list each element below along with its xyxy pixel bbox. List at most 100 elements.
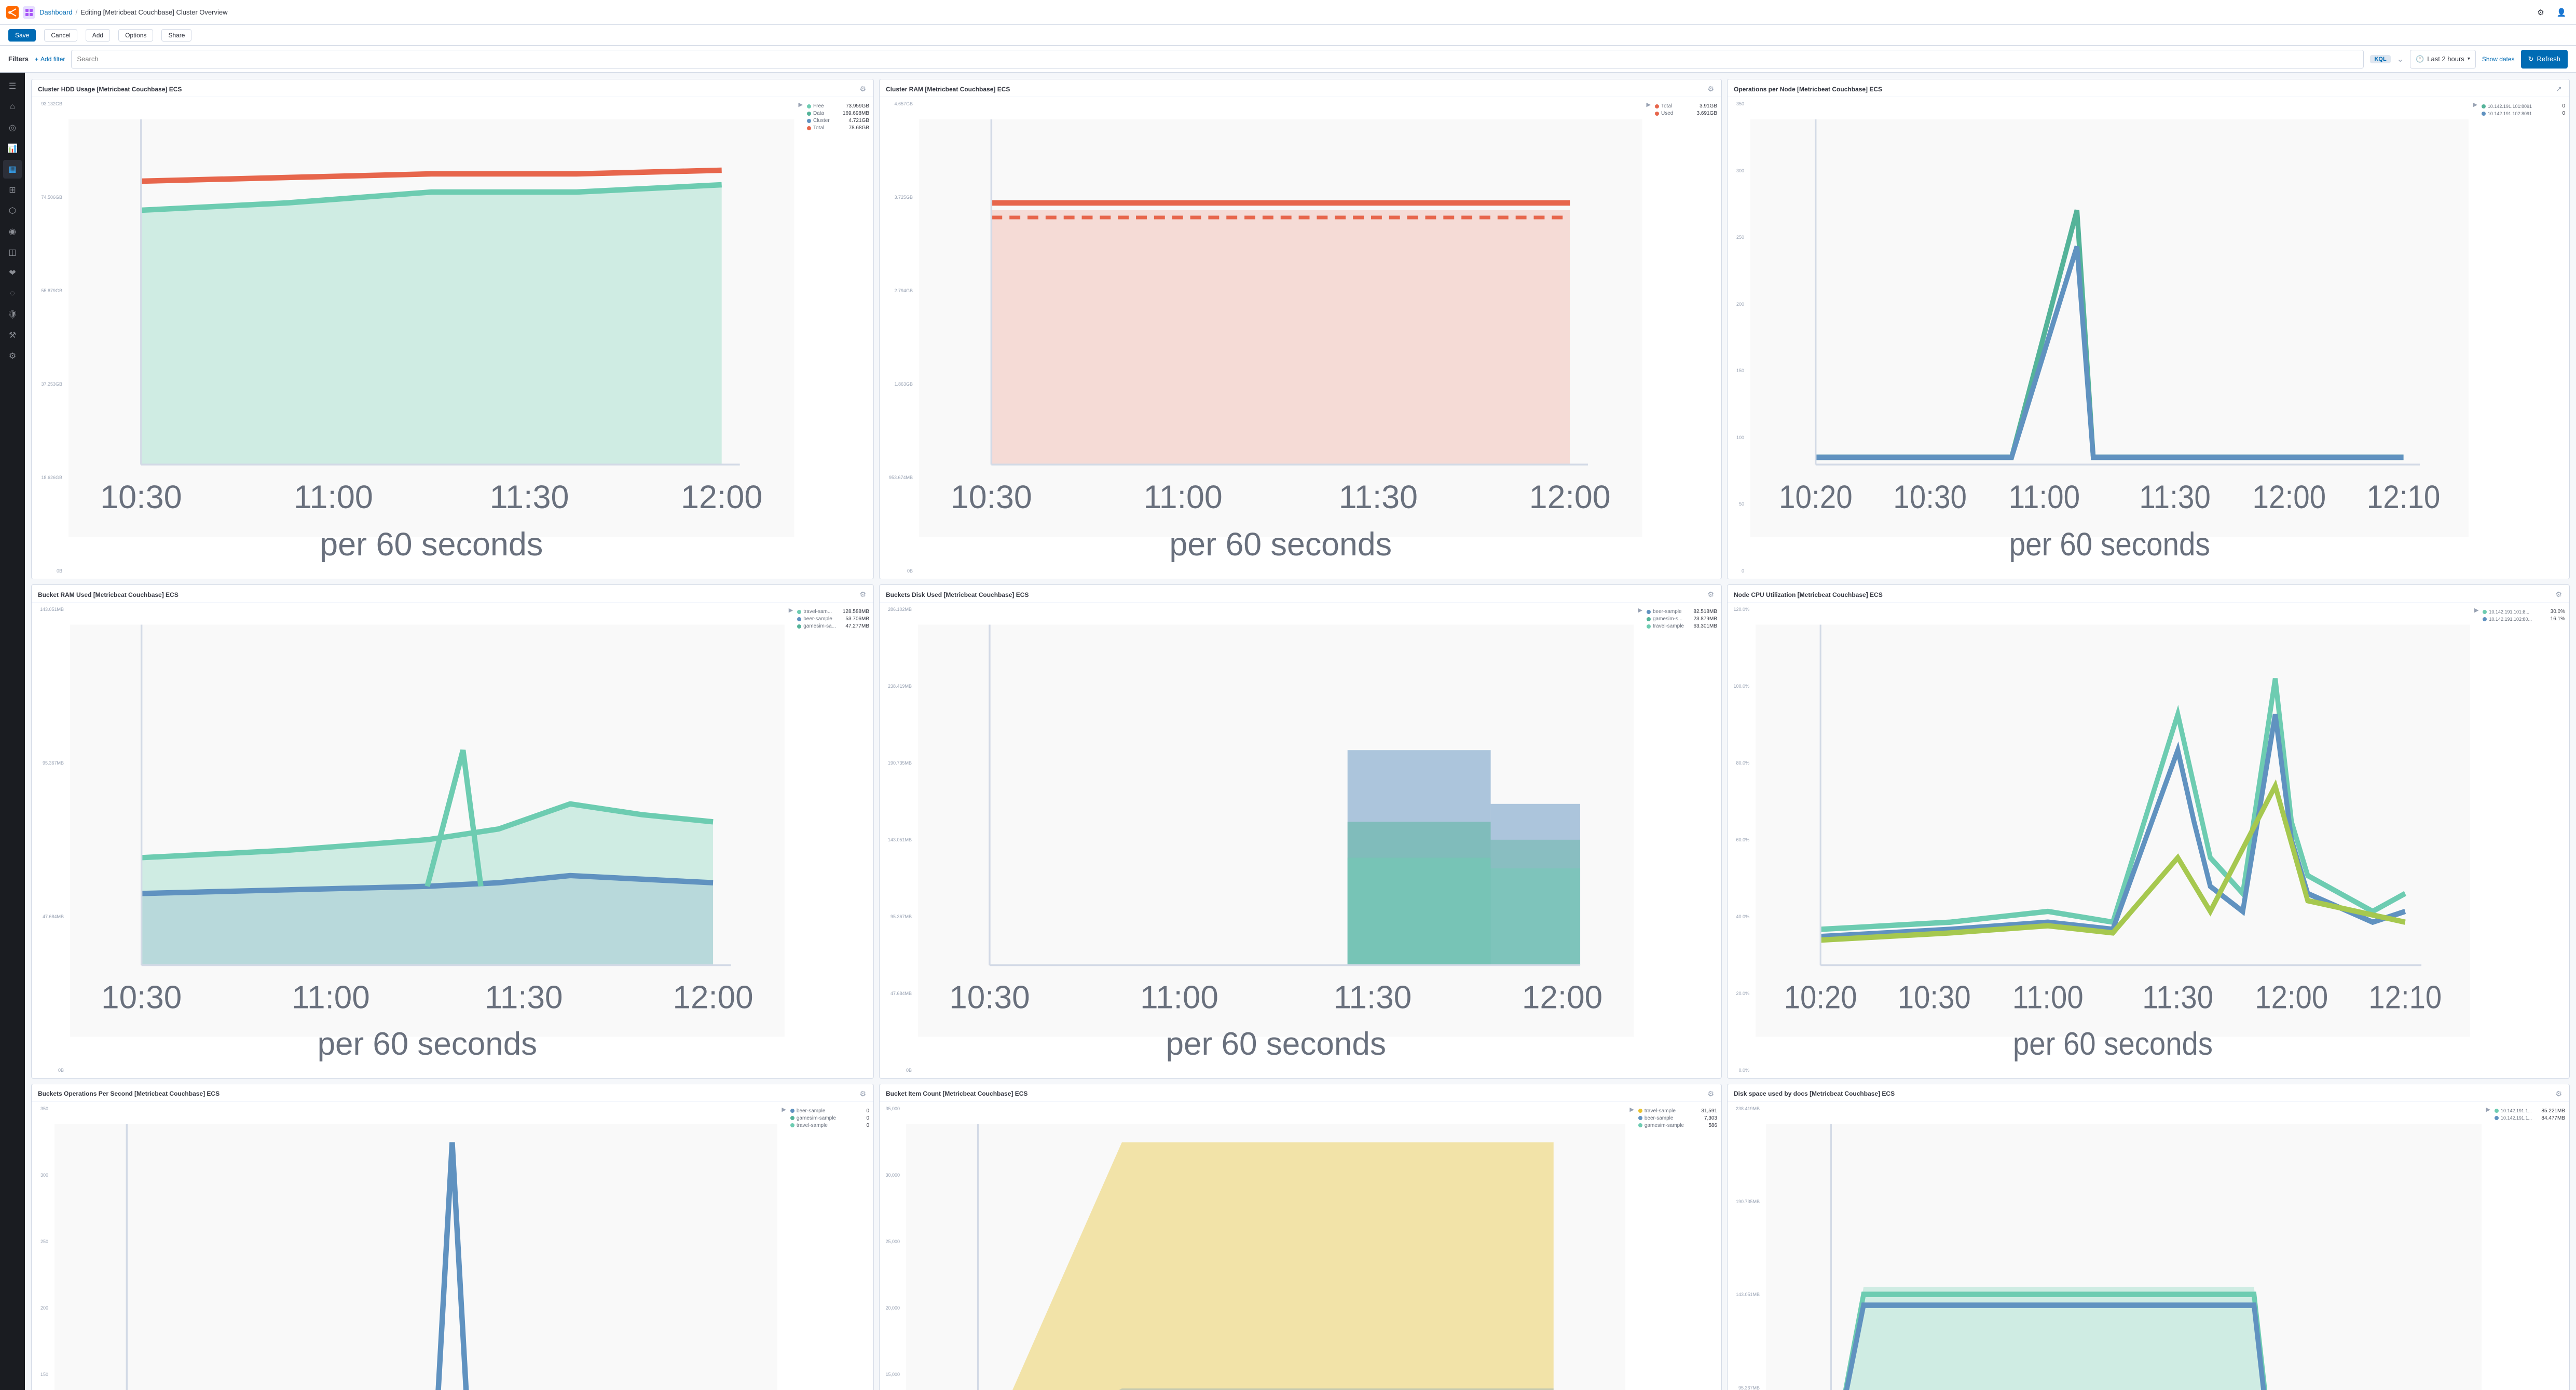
panel-bucket-item-title: Bucket Item Count [Metricbeat Couchbase]… [886, 1090, 1027, 1097]
legend-dot-node1 [2482, 104, 2486, 108]
share-button[interactable]: Share [161, 29, 191, 42]
svg-text:10:30: 10:30 [100, 479, 182, 515]
panel-buckets-disk: Buckets Disk Used [Metricbeat Couchbase]… [879, 584, 1722, 1079]
add-filter-button[interactable]: + Add filter [35, 56, 65, 63]
legend-item-beer-disk: beer-sample 82.518MB [1647, 609, 1717, 615]
user-avatar-button[interactable]: 👤 [2553, 4, 2570, 21]
chart-expand-buckets-disk[interactable]: ▶ [1638, 607, 1642, 1073]
sidebar-item-discover[interactable]: ◎ [3, 118, 22, 137]
add-button[interactable]: Add [86, 29, 110, 42]
legend-label-disk-node2: 10.142.191.1... [2501, 1115, 2532, 1121]
refresh-icon: ↻ [2528, 55, 2534, 63]
save-button[interactable]: Save [8, 29, 36, 42]
chart-expand-cpu[interactable]: ▶ [2474, 607, 2478, 1073]
panel-bucket-ram-gear[interactable]: ⚙ [858, 589, 867, 600]
refresh-button[interactable]: ↻ Refresh [2521, 50, 2568, 69]
kql-badge[interactable]: KQL [2370, 55, 2390, 63]
svg-text:12:00: 12:00 [2252, 479, 2326, 515]
show-dates-button[interactable]: Show dates [2482, 56, 2515, 63]
legend-value-node1: 0 [2534, 103, 2565, 109]
svg-text:12:00: 12:00 [673, 979, 753, 1015]
legend-label-cpu-node2: 10.142.191.102:80... [2489, 617, 2532, 622]
plus-icon: + [35, 56, 38, 63]
breadcrumb-separator: / [76, 8, 78, 16]
panel-buckets-disk-gear[interactable]: ⚙ [1706, 589, 1715, 600]
panel-disk-space-docs-title: Disk space used by docs [Metricbeat Couc… [1734, 1090, 1895, 1097]
sidebar-item-visualize[interactable]: 📊 [3, 139, 22, 158]
chart-disk-space-docs: 10:20 10:30 11:00 11:30 12:00 12:10 per … [1766, 1106, 2482, 1390]
sidebar-item-uptime[interactable]: ◌ [3, 284, 22, 303]
legend-dot-cpu-node2 [2483, 617, 2487, 621]
panel-cluster-ram-gear[interactable]: ⚙ [1706, 84, 1715, 94]
chart-expand-buckets-ops[interactable]: ▶ [782, 1106, 786, 1390]
sidebar-item-home[interactable]: ⌂ [3, 98, 22, 116]
svg-text:11:00: 11:00 [1144, 479, 1223, 515]
svg-text:12:10: 12:10 [2367, 479, 2441, 515]
options-button[interactable]: Options [118, 29, 153, 42]
svg-text:10:30: 10:30 [1893, 479, 1967, 515]
panel-node-cpu-body: 120.0%100.0%80.0%60.0%40.0%20.0%0.0% [1728, 603, 2569, 1077]
svg-text:11:30: 11:30 [2139, 479, 2211, 515]
time-picker[interactable]: 🕐 Last 2 hours ▾ [2410, 50, 2476, 69]
panel-cluster-hdd-gear[interactable]: ⚙ [858, 84, 867, 94]
search-input[interactable] [77, 55, 2358, 63]
legend-label-gamesim-ops: gamesim-sample [797, 1115, 836, 1121]
sidebar-item-canvas[interactable]: ⊞ [3, 181, 22, 199]
legend-dot-free [807, 104, 811, 108]
chart-expand-bucket-ram[interactable]: ▶ [789, 607, 793, 1073]
panel-bucket-item-gear[interactable]: ⚙ [1706, 1088, 1715, 1099]
sidebar-item-devtools[interactable]: ⚒ [3, 326, 22, 345]
panel-bucket-ram-header: Bucket RAM Used [Metricbeat Couchbase] E… [32, 585, 873, 603]
panel-buckets-ops-header: Buckets Operations Per Second [Metricbea… [32, 1084, 873, 1102]
y-axis-buckets-ops: 350300250200150100500 [36, 1106, 50, 1390]
panel-buckets-ops-body: 350300250200150100500 10:30 11:00 11:30 [32, 1102, 873, 1390]
sidebar-item-ml[interactable]: ◉ [3, 222, 22, 241]
legend-dot-travel [797, 610, 801, 614]
panel-disk-space-docs-header: Disk space used by docs [Metricbeat Couc… [1728, 1084, 2569, 1102]
legend-label-total-ram: Total [1661, 103, 1684, 109]
chart-expand-ops[interactable]: ▶ [2473, 101, 2477, 574]
chart-expand-hdd[interactable]: ▶ [799, 101, 803, 574]
app-icon [23, 6, 35, 19]
svg-text:11:00: 11:00 [1140, 979, 1218, 1015]
svg-text:11:00: 11:00 [2012, 979, 2084, 1015]
sidebar-item-maps[interactable]: ⬡ [3, 201, 22, 220]
sidebar-item-dashboard[interactable]: ▦ [3, 160, 22, 179]
legend-item-total-ram: Total 3.91GB [1655, 103, 1717, 109]
query-options-icon[interactable]: ⌄ [2397, 54, 2404, 64]
chart-expand-ram[interactable]: ▶ [1647, 101, 1651, 574]
breadcrumb: Dashboard / Editing [Metricbeat Couchbas… [39, 8, 227, 16]
legend-node-cpu: 10.142.191.101:8... 30.0% 10.142.191.102… [2483, 607, 2565, 1073]
chart-expand-disk-docs[interactable]: ▶ [2486, 1106, 2490, 1390]
panel-disk-space-docs-gear[interactable]: ⚙ [2554, 1088, 2563, 1099]
search-input-wrap[interactable] [71, 50, 2364, 69]
y-axis-bucket-item: 35,00030,00025,00020,00015,00010,0005,00… [884, 1106, 902, 1390]
sidebar-item-apm[interactable]: ❤ [3, 264, 22, 282]
legend-item-data: Data 169.698MB [807, 111, 869, 116]
legend-value-total-hdd: 78.68GB [838, 125, 869, 131]
sidebar-item-menu[interactable]: ☰ [3, 77, 22, 96]
legend-label-gamesim-count: gamesim-sample [1645, 1123, 1684, 1128]
breadcrumb-dashboard[interactable]: Dashboard [39, 8, 73, 16]
legend-value-travel-disk: 63.301MB [1686, 623, 1717, 629]
panel-node-cpu-gear[interactable]: ⚙ [2554, 589, 2563, 600]
panel-buckets-ops-gear[interactable]: ⚙ [858, 1088, 867, 1099]
sidebar-item-infrastructure[interactable]: ◫ [3, 243, 22, 262]
panel-ops-node-header: Operations per Node [Metricbeat Couchbas… [1728, 79, 2569, 97]
legend-value-beer: 53.706MB [838, 616, 869, 622]
chart-expand-bucket-item[interactable]: ▶ [1629, 1106, 1634, 1390]
legend-value-cpu-node1: 30.0% [2534, 609, 2565, 615]
main-layout: ☰ ⌂ ◎ 📊 ▦ ⊞ ⬡ ◉ ◫ ❤ ◌ 🛡 ⚒ ⚙ Cluster HDD … [0, 73, 2576, 1390]
legend-value-free: 73.959GB [838, 103, 869, 109]
legend-label-travel-ops: travel-sample [797, 1123, 836, 1128]
sidebar-item-management[interactable]: ⚙ [3, 347, 22, 365]
chart-hdd: 10:30 11:00 11:30 12:00 per 60 seconds [68, 101, 794, 574]
panel-ops-node-gear[interactable]: ↗ [2555, 84, 2563, 94]
legend-dot-cluster [807, 119, 811, 123]
legend-buckets-disk: beer-sample 82.518MB gamesim-s... 23.879… [1647, 607, 1717, 1073]
legend-dot-beer [797, 617, 801, 621]
sidebar-item-siem[interactable]: 🛡 [3, 305, 22, 324]
y-axis-bucket-ram: 143.051MB95.367MB47.684MB0B [36, 607, 66, 1073]
cancel-button[interactable]: Cancel [44, 29, 77, 42]
settings-button[interactable]: ⚙ [2532, 4, 2549, 21]
